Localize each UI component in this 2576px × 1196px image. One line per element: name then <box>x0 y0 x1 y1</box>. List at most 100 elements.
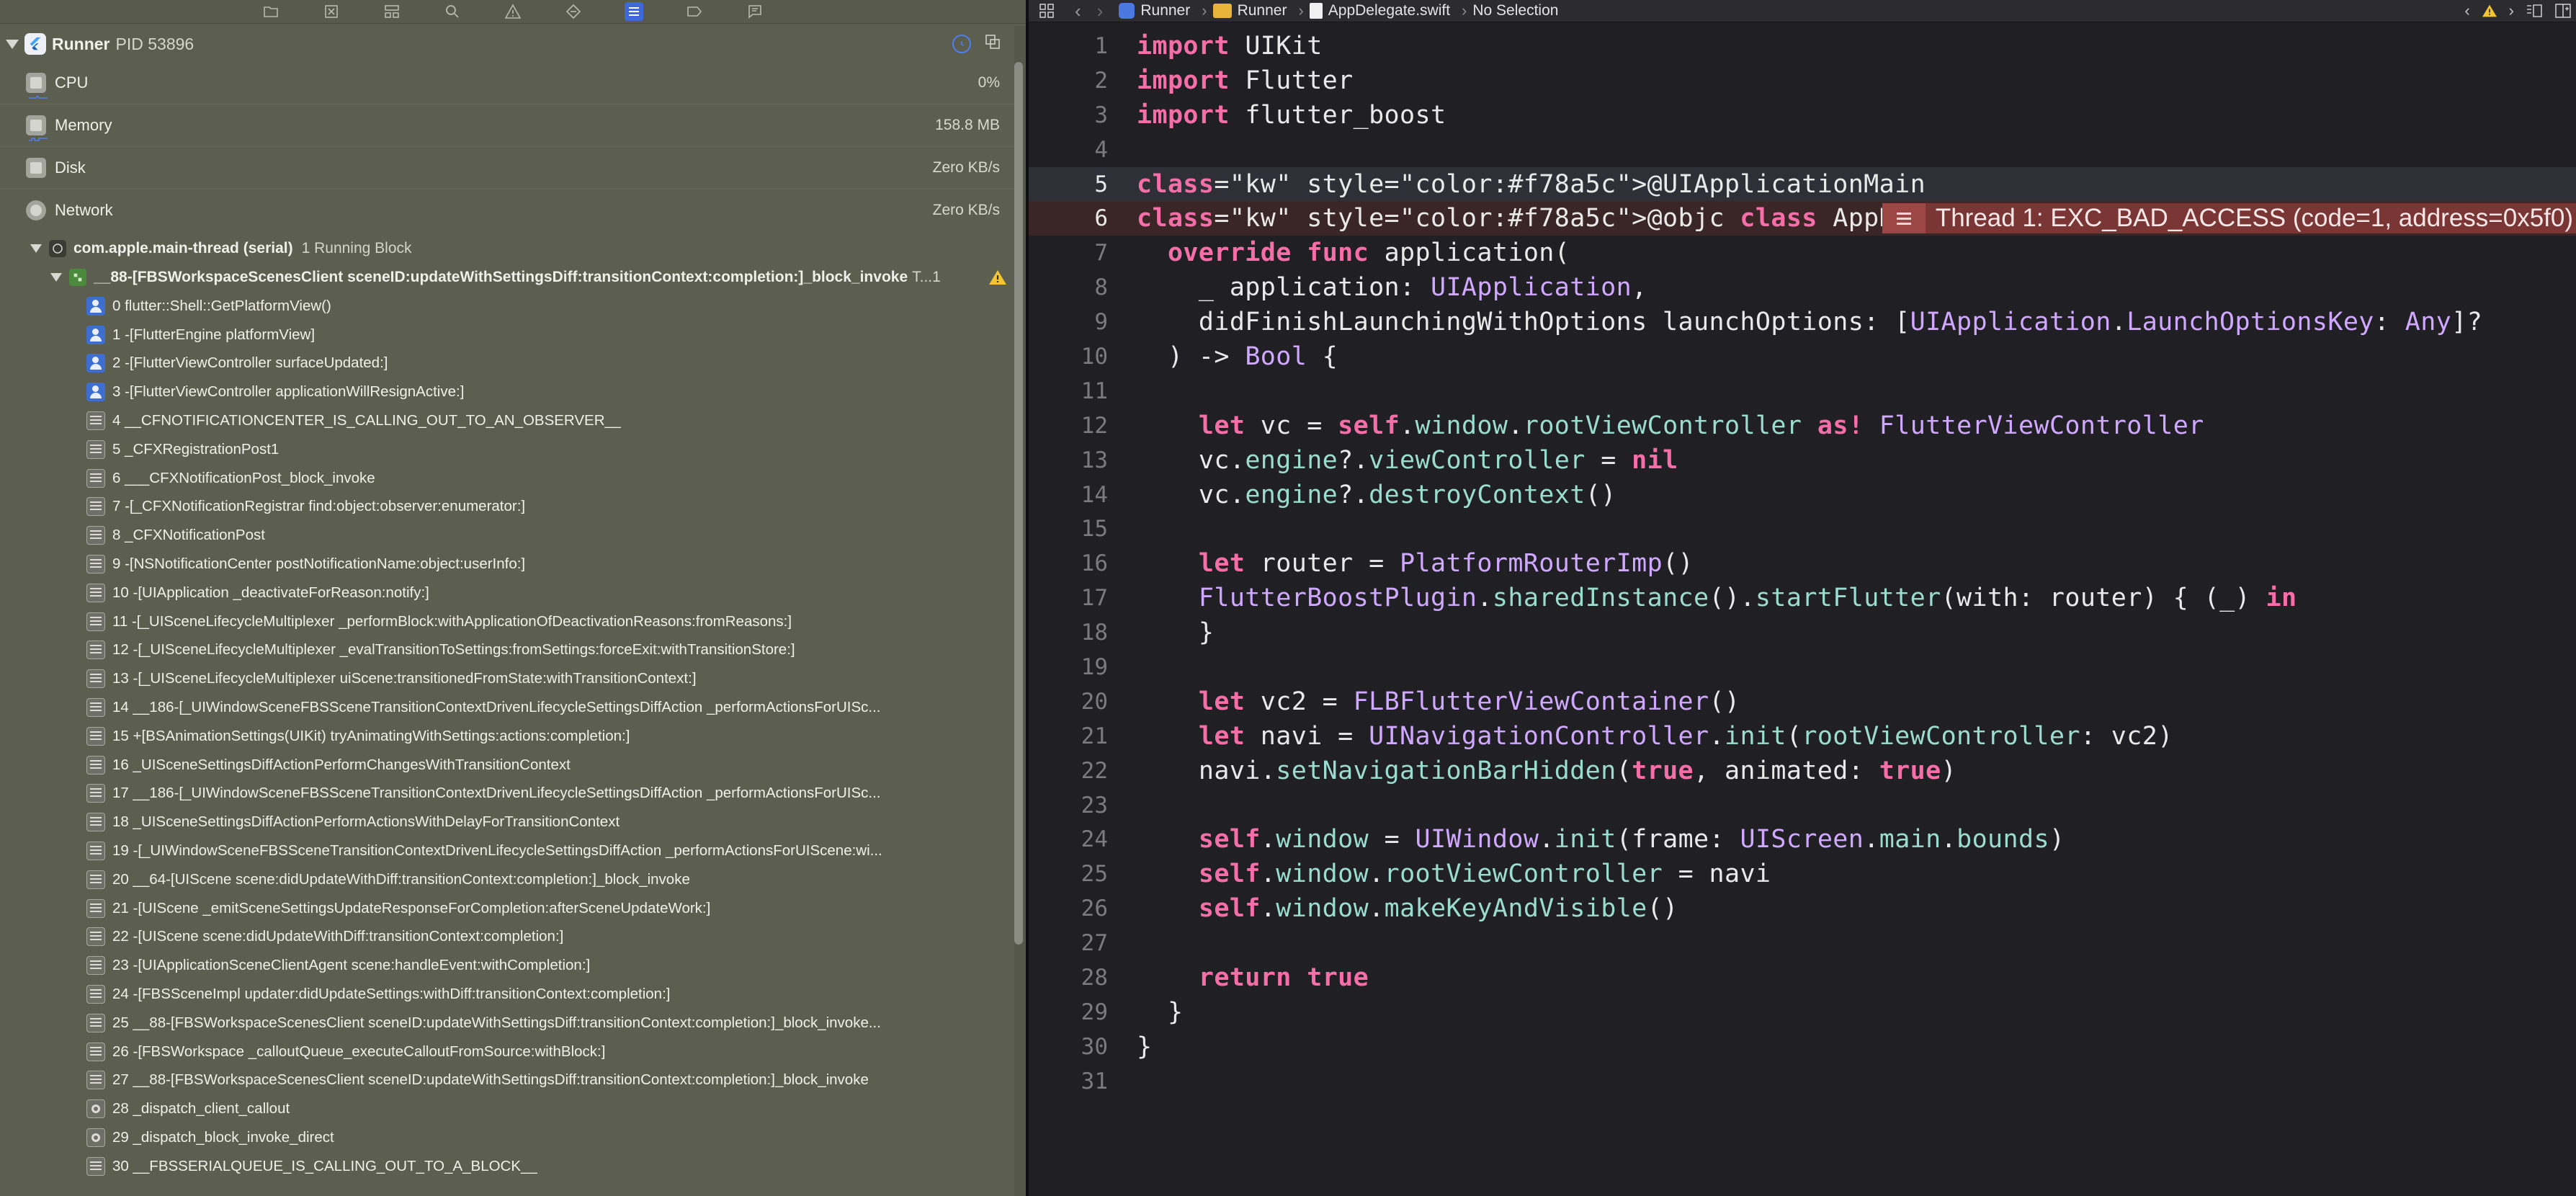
line-number[interactable]: 4 <box>1029 137 1108 163</box>
line-number[interactable]: 11 <box>1029 378 1108 404</box>
stack-frame-row[interactable]: 20 __64-[UIScene scene:didUpdateWithDiff… <box>0 865 1014 894</box>
stack-frame-row[interactable]: 23 -[UIApplicationSceneClientAgent scene… <box>0 951 1014 980</box>
disclosure-triangle-icon[interactable] <box>30 244 42 253</box>
stack-frame-row[interactable]: 12 -[_UISceneLifecycleMultiplexer _evalT… <box>0 636 1014 665</box>
line-number[interactable]: 26 <box>1029 896 1108 921</box>
back-arrow-icon[interactable]: ‹ <box>1075 1 1081 20</box>
stack-frame-row[interactable]: 5 _CFXRegistrationPost1 <box>0 435 1014 464</box>
stack-frame-row[interactable]: 3 -[FlutterViewController applicationWil… <box>0 378 1014 406</box>
next-issue-icon[interactable]: › <box>2509 1 2514 20</box>
gauge-row-network[interactable]: Network Zero KB/s <box>0 189 1014 231</box>
code-line[interactable]: 27 <box>1029 926 2576 960</box>
line-number[interactable]: 7 <box>1029 240 1108 266</box>
line-number[interactable]: 14 <box>1029 482 1108 508</box>
stack-frame-row[interactable]: 14 __186-[_UIWindowSceneFBSSceneTransiti… <box>0 693 1014 722</box>
line-number[interactable]: 16 <box>1029 550 1108 576</box>
navigator-scrollbar[interactable] <box>1014 26 1026 1196</box>
line-number[interactable]: 2 <box>1029 68 1108 94</box>
report-icon[interactable] <box>746 2 764 21</box>
line-number[interactable]: 18 <box>1029 620 1108 646</box>
process-options-icon[interactable] <box>984 33 1001 54</box>
line-number[interactable]: 10 <box>1029 344 1108 370</box>
code-line[interactable]: 25 self.window.rootViewController = navi <box>1029 857 2576 891</box>
disclosure-triangle-icon[interactable] <box>50 273 62 282</box>
previous-issue-icon[interactable]: ‹ <box>2464 1 2469 20</box>
code-line[interactable]: 8 _ application: UIApplication, <box>1029 270 2576 305</box>
gauge-row-cpu[interactable]: CPU 0% <box>0 62 1014 104</box>
stack-frame-row[interactable]: 0 flutter::Shell::GetPlatformView() <box>0 292 1014 321</box>
stack-frame-row[interactable]: 29 _dispatch_block_invoke_direct <box>0 1123 1014 1152</box>
stack-frame-row[interactable]: 25 __88-[FBSWorkspaceScenesClient sceneI… <box>0 1009 1014 1037</box>
stack-frame-row[interactable]: 10 -[UIApplication _deactivateForReason:… <box>0 579 1014 607</box>
stack-frame-row[interactable]: 11 -[_UISceneLifecycleMultiplexer _perfo… <box>0 607 1014 636</box>
line-number[interactable]: 5 <box>1029 171 1108 197</box>
line-number[interactable]: 27 <box>1029 930 1108 956</box>
add-editor-icon[interactable] <box>2554 3 2572 19</box>
error-annotation[interactable]: Thread 1: EXC_BAD_ACCESS (code=1, addres… <box>1882 203 2576 234</box>
thread-row[interactable]: com.apple.main-thread (serial) 1 Running… <box>0 234 1014 263</box>
stack-frame-row[interactable]: 17 __186-[_UIWindowSceneFBSSceneTransiti… <box>0 780 1014 808</box>
folder-icon[interactable] <box>261 2 280 21</box>
code-area[interactable]: 1 import UIKit 2 import Flutter 3 import flut… <box>1029 29 2576 1099</box>
code-line[interactable]: 29 } <box>1029 995 2576 1030</box>
line-number[interactable]: 12 <box>1029 413 1108 439</box>
stack-frame-row[interactable]: 21 -[UIScene _emitSceneSettingsUpdateRes… <box>0 894 1014 923</box>
gauge-info-icon[interactable] <box>952 34 971 53</box>
stack-frame-row[interactable]: 22 -[UIScene scene:didUpdateWithDiff:tra… <box>0 923 1014 952</box>
stack-frame-row[interactable]: 19 -[_UIWindowSceneFBSSceneTransitionCon… <box>0 836 1014 865</box>
code-line[interactable]: 6 class="kw" style="color:#f78a5c">@objc … <box>1029 201 2576 236</box>
warning-icon[interactable] <box>2482 4 2497 18</box>
code-line[interactable]: 18 } <box>1029 615 2576 650</box>
code-line[interactable]: 9 didFinishLaunchingWithOptions launchOp… <box>1029 305 2576 339</box>
line-number[interactable]: 22 <box>1029 758 1108 784</box>
stack-frame-row[interactable]: 24 -[FBSSceneImpl updater:didUpdateSetti… <box>0 980 1014 1009</box>
code-line[interactable]: 17 FlutterBoostPlugin.sharedInstance().s… <box>1029 581 2576 615</box>
code-line[interactable]: 13 vc.engine?.viewController = nil <box>1029 443 2576 478</box>
stack-frame-row[interactable]: 7 -[_CFXNotificationRegistrar find:objec… <box>0 493 1014 522</box>
line-number[interactable]: 8 <box>1029 275 1108 300</box>
line-number[interactable]: 15 <box>1029 516 1108 542</box>
line-number[interactable]: 3 <box>1029 102 1108 128</box>
stack-frame-row[interactable]: 13 -[_UISceneLifecycleMultiplexer uiScen… <box>0 664 1014 693</box>
stack-frame-row[interactable]: 28 _dispatch_client_callout <box>0 1094 1014 1123</box>
jump-bar-folder[interactable]: Runner <box>1212 2 1287 19</box>
line-number[interactable]: 9 <box>1029 309 1108 335</box>
forward-arrow-icon[interactable]: › <box>1097 1 1104 20</box>
line-number[interactable]: 20 <box>1029 689 1108 715</box>
code-line[interactable]: 22 navi.setNavigationBarHidden(true, ani… <box>1029 754 2576 788</box>
warning-icon[interactable] <box>504 2 522 21</box>
block-row[interactable]: __88-[FBSWorkspaceScenesClient sceneID:u… <box>0 263 1014 292</box>
process-row[interactable]: Runner PID 53896 <box>0 26 1014 62</box>
stack-frame-row[interactable]: 16 _UISceneSettingsDiffActionPerformChan… <box>0 751 1014 780</box>
line-number[interactable]: 31 <box>1029 1068 1108 1094</box>
line-number[interactable]: 24 <box>1029 826 1108 852</box>
line-number[interactable]: 30 <box>1029 1034 1108 1060</box>
line-number[interactable]: 17 <box>1029 585 1108 611</box>
code-line[interactable]: 30} <box>1029 1030 2576 1064</box>
code-line[interactable]: 11 <box>1029 374 2576 409</box>
line-number[interactable]: 29 <box>1029 999 1108 1025</box>
code-line[interactable]: 2 import Flutter <box>1029 63 2576 98</box>
stack-frame-row[interactable]: 2 -[FlutterViewController surfaceUpdated… <box>0 349 1014 378</box>
debug-icon[interactable] <box>625 2 643 21</box>
code-line[interactable]: 26 self.window.makeKeyAndVisible() <box>1029 891 2576 926</box>
code-line[interactable]: 14 vc.engine?.destroyContext() <box>1029 478 2576 512</box>
jump-bar-project[interactable]: Runner <box>1119 2 1190 19</box>
code-line[interactable]: 19 <box>1029 650 2576 684</box>
line-number[interactable]: 28 <box>1029 965 1108 991</box>
stack-frame-row[interactable]: 9 -[NSNotificationCenter postNotificatio… <box>0 550 1014 579</box>
code-line[interactable]: 4 <box>1029 133 2576 167</box>
editor-options-icon[interactable] <box>2526 3 2543 19</box>
related-items-icon[interactable] <box>1039 3 1055 19</box>
code-line[interactable]: 3 import flutter_boost <box>1029 98 2576 133</box>
code-line[interactable]: 15 <box>1029 512 2576 546</box>
stack-frame-row[interactable]: 6 ___CFXNotificationPost_block_invoke <box>0 464 1014 493</box>
breakpoint-icon[interactable] <box>685 2 704 21</box>
code-line[interactable]: 31 <box>1029 1064 2576 1099</box>
line-number[interactable]: 25 <box>1029 861 1108 887</box>
test-icon[interactable] <box>564 2 583 21</box>
line-number[interactable]: 13 <box>1029 447 1108 473</box>
symbols-icon[interactable] <box>383 2 401 21</box>
stack-frame-row[interactable]: 18 _UISceneSettingsDiffActionPerformActi… <box>0 808 1014 836</box>
code-line[interactable]: 21 let navi = UINavigationController.ini… <box>1029 719 2576 754</box>
